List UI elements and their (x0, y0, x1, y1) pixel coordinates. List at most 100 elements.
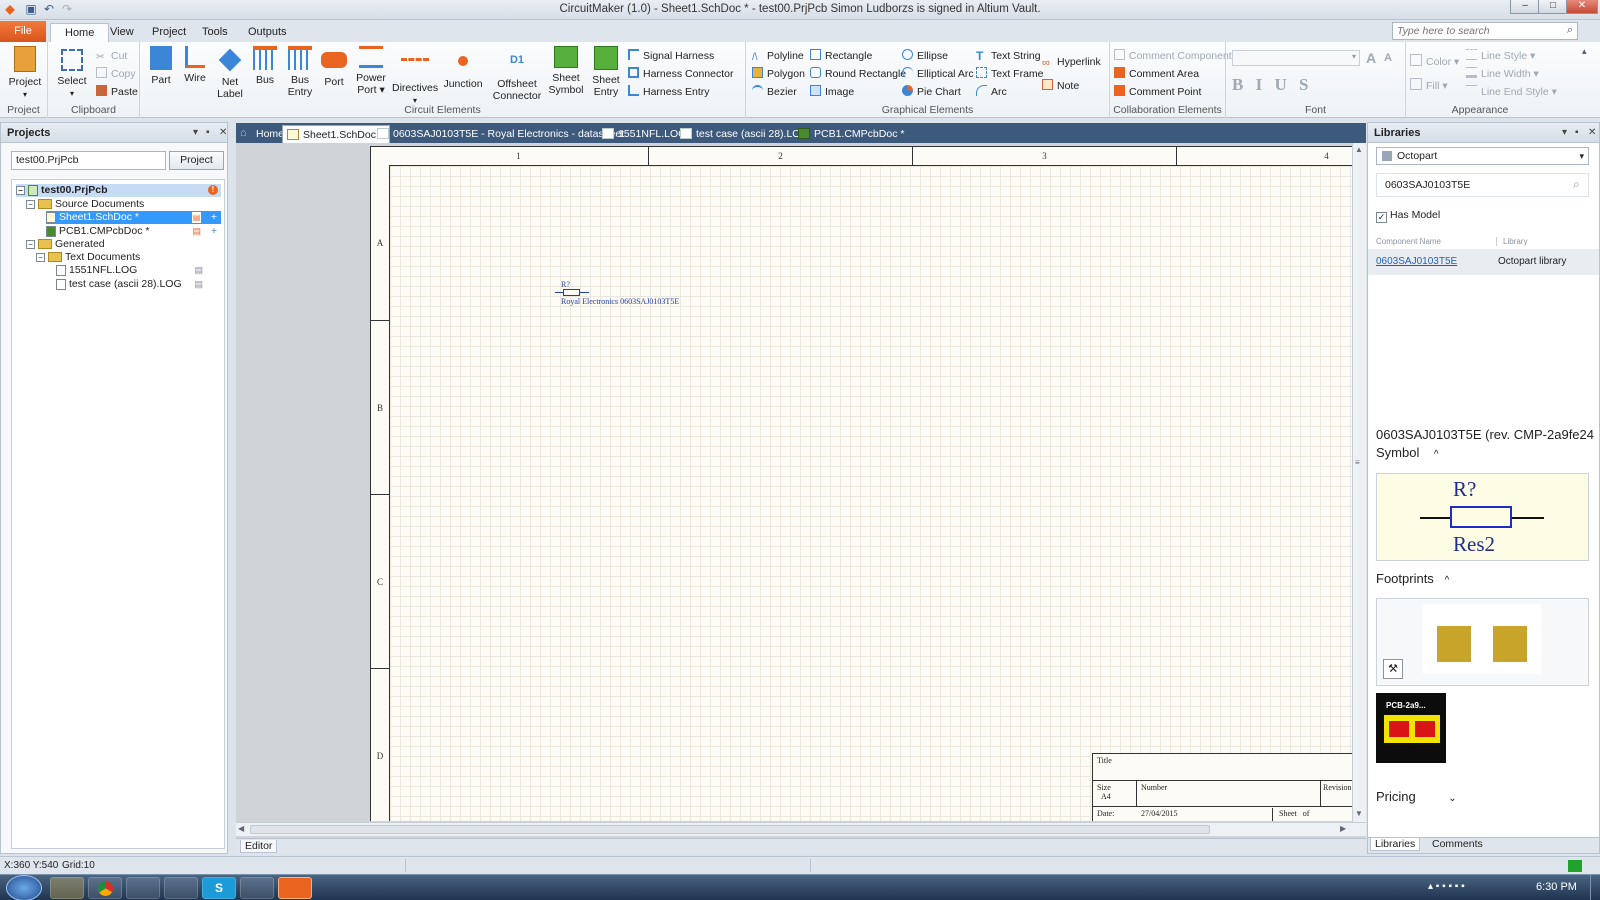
horizontal-scrollbar[interactable]: ◀ ▶ (236, 822, 1366, 836)
scroll-grip-icon[interactable]: ≡ (1355, 458, 1364, 468)
pricing-section-header[interactable]: Pricing ⌄ (1376, 789, 1457, 804)
elliptical-arc-button[interactable]: Elliptical Arc (902, 66, 974, 82)
comment-component-button[interactable]: Comment Component (1114, 48, 1232, 64)
line-width-button[interactable]: Line Width ▾ (1466, 66, 1539, 82)
minimize-button[interactable]: – (1510, 0, 1540, 14)
vertical-scrollbar[interactable]: ▲ ≡ ▼ (1352, 143, 1366, 822)
schematic-grid[interactable]: R? Royal Electronics 0603SAJ0103T5E (389, 165, 1355, 821)
font-grow-button[interactable]: A (1366, 50, 1376, 66)
has-model-checkbox[interactable]: ✓ Has Model (1376, 209, 1440, 223)
note-button[interactable]: Note (1042, 78, 1079, 94)
symbol-section-header[interactable]: Symbol ^ (1376, 445, 1439, 460)
bezier-button[interactable]: Bezier (752, 84, 797, 100)
offsheet-connector-button[interactable]: D1 Offsheet Connector (492, 46, 542, 102)
resistor-component[interactable]: R? Royal Electronics 0603SAJ0103T5E (555, 280, 695, 310)
sheet-symbol-button[interactable]: Sheet Symbol (546, 46, 586, 96)
doc-tab-datasheet[interactable]: 0603SAJ0103T5E - Royal Electronics - dat… (373, 125, 630, 143)
scroll-thumb[interactable] (250, 825, 1210, 834)
tree-item-pcb1[interactable]: PCB1.CMPcbDoc * ▤ + (46, 225, 221, 238)
directives-button[interactable]: Directives ▾ (392, 46, 438, 107)
color-button[interactable]: Color ▾ (1410, 54, 1459, 70)
tree-item-log2[interactable]: test case (ascii 28).LOG ▤ (56, 278, 221, 291)
scroll-left-icon[interactable]: ◀ (238, 824, 244, 833)
close-icon[interactable]: ✕ (219, 123, 227, 143)
power-port-button[interactable]: Power Port ▾ (352, 46, 390, 96)
pin-icon[interactable]: ▪ (206, 123, 210, 143)
fill-button[interactable]: Fill ▾ (1410, 78, 1448, 94)
port-button[interactable]: Port (318, 46, 350, 88)
collapse-icon[interactable]: − (26, 239, 35, 249)
tree-item-log1[interactable]: 1551NFL.LOG ▤ (56, 264, 221, 277)
close-window-button[interactable]: ✕ (1566, 0, 1598, 14)
search-input[interactable] (1393, 23, 1553, 39)
chevron-down-icon[interactable]: ⌄ (1448, 793, 1456, 804)
collapse-icon[interactable]: − (36, 252, 45, 262)
panel-menu-icon[interactable]: ▾ (1562, 123, 1567, 143)
comment-area-button[interactable]: Comment Area (1114, 66, 1199, 82)
show-desktop-button[interactable] (1590, 875, 1600, 900)
tab-comments[interactable]: Comments (1428, 838, 1487, 850)
add-icon[interactable]: + (211, 211, 217, 224)
library-source-select[interactable]: Octopart ▾ (1376, 147, 1589, 165)
chevron-down-icon[interactable]: ▾ (1579, 148, 1584, 164)
tree-item-sheet1[interactable]: Sheet1.SchDoc * ▤ + (46, 211, 221, 224)
part-button[interactable]: Part (146, 46, 176, 86)
checkbox-checked-icon[interactable]: ✓ (1376, 212, 1387, 223)
circuitmaker-taskbar-icon[interactable] (278, 877, 312, 899)
pie-chart-button[interactable]: Pie Chart (902, 84, 961, 100)
tab-outputs[interactable]: Outputs (234, 23, 301, 42)
maximize-button[interactable]: □ (1538, 0, 1568, 14)
text-string-button[interactable]: T Text String (976, 48, 1041, 64)
search-icon[interactable]: ⌕ (1573, 177, 1580, 192)
collapse-icon[interactable]: − (26, 199, 35, 209)
footprints-section-header[interactable]: Footprints ^ (1376, 571, 1449, 586)
status-indicator-icon[interactable] (1568, 860, 1582, 872)
app-taskbar-icon[interactable] (240, 877, 274, 899)
wire-button[interactable]: Wire (180, 46, 210, 84)
line-style-button[interactable]: Line Style ▾ (1466, 48, 1535, 64)
scroll-down-icon[interactable]: ▼ (1355, 809, 1363, 818)
collapse-icon[interactable]: − (16, 185, 25, 195)
chevron-up-icon[interactable]: ^ (1434, 449, 1439, 460)
tree-item-text-documents[interactable]: − Text Documents (36, 251, 140, 264)
schematic-sheet[interactable]: 1 2 3 4 A B C D R? Royal Electronics 060… (370, 146, 1355, 821)
pin-icon[interactable]: ▪ (1575, 123, 1579, 143)
add-icon[interactable]: + (211, 225, 217, 238)
scroll-right-icon[interactable]: ▶ (1340, 824, 1346, 833)
project-field[interactable]: test00.PrjPcb (11, 151, 166, 170)
tree-item-source-documents[interactable]: − Source Documents (26, 198, 144, 211)
select-button[interactable]: Select ▾ (54, 46, 90, 100)
round-rectangle-button[interactable]: Round Rectangle (810, 66, 906, 82)
cut-button[interactable]: ✂ Cut (96, 48, 127, 64)
junction-button[interactable]: Junction (442, 46, 484, 90)
skype-taskbar-icon[interactable]: S (202, 877, 236, 899)
app-taskbar-icon[interactable] (126, 877, 160, 899)
tree-item-project-root[interactable]: − test00.PrjPcb! (16, 184, 221, 197)
rectangle-button[interactable]: Rectangle (810, 48, 872, 64)
project-button[interactable]: Project ▾ (4, 46, 46, 101)
ellipse-button[interactable]: Ellipse (902, 48, 948, 64)
harness-entry-button[interactable]: Harness Entry (628, 84, 710, 100)
chevron-up-icon[interactable]: ^ (1445, 575, 1450, 586)
schematic-editor[interactable]: 1 2 3 4 A B C D R? Royal Electronics 060… (236, 143, 1366, 838)
polygon-button[interactable]: Polygon (752, 66, 805, 82)
bus-button[interactable]: Bus (250, 46, 280, 86)
library-search-input[interactable]: 0603SAJ0103T5E (1376, 173, 1589, 197)
column-header-library[interactable]: Library (1496, 237, 1527, 246)
harness-connector-button[interactable]: Harness Connector (628, 66, 733, 82)
pcb-model-thumbnail[interactable]: PCB-2a9... (1376, 693, 1446, 763)
result-component-link[interactable]: 0603SAJ0103T5E (1376, 256, 1457, 267)
start-button-icon[interactable] (6, 875, 42, 900)
tab-libraries[interactable]: Libraries (1370, 838, 1421, 851)
sheet-entry-button[interactable]: Sheet Entry (588, 46, 624, 98)
library-result-row[interactable]: 0603SAJ0103T5E Octopart library (1368, 249, 1599, 275)
taskbar-clock[interactable]: 6:30 PM (1536, 881, 1577, 893)
chrome-taskbar-icon[interactable] (88, 877, 122, 899)
scroll-up-icon[interactable]: ▲ (1355, 145, 1363, 154)
polyline-button[interactable]: /\ Polyline (752, 48, 804, 64)
explorer-taskbar-icon[interactable] (50, 877, 84, 899)
text-frame-button[interactable]: Text Frame (976, 66, 1044, 82)
panel-menu-icon[interactable]: ▾ (193, 123, 198, 143)
copy-button[interactable]: Copy (96, 66, 136, 82)
arc-button[interactable]: Arc (976, 84, 1007, 100)
